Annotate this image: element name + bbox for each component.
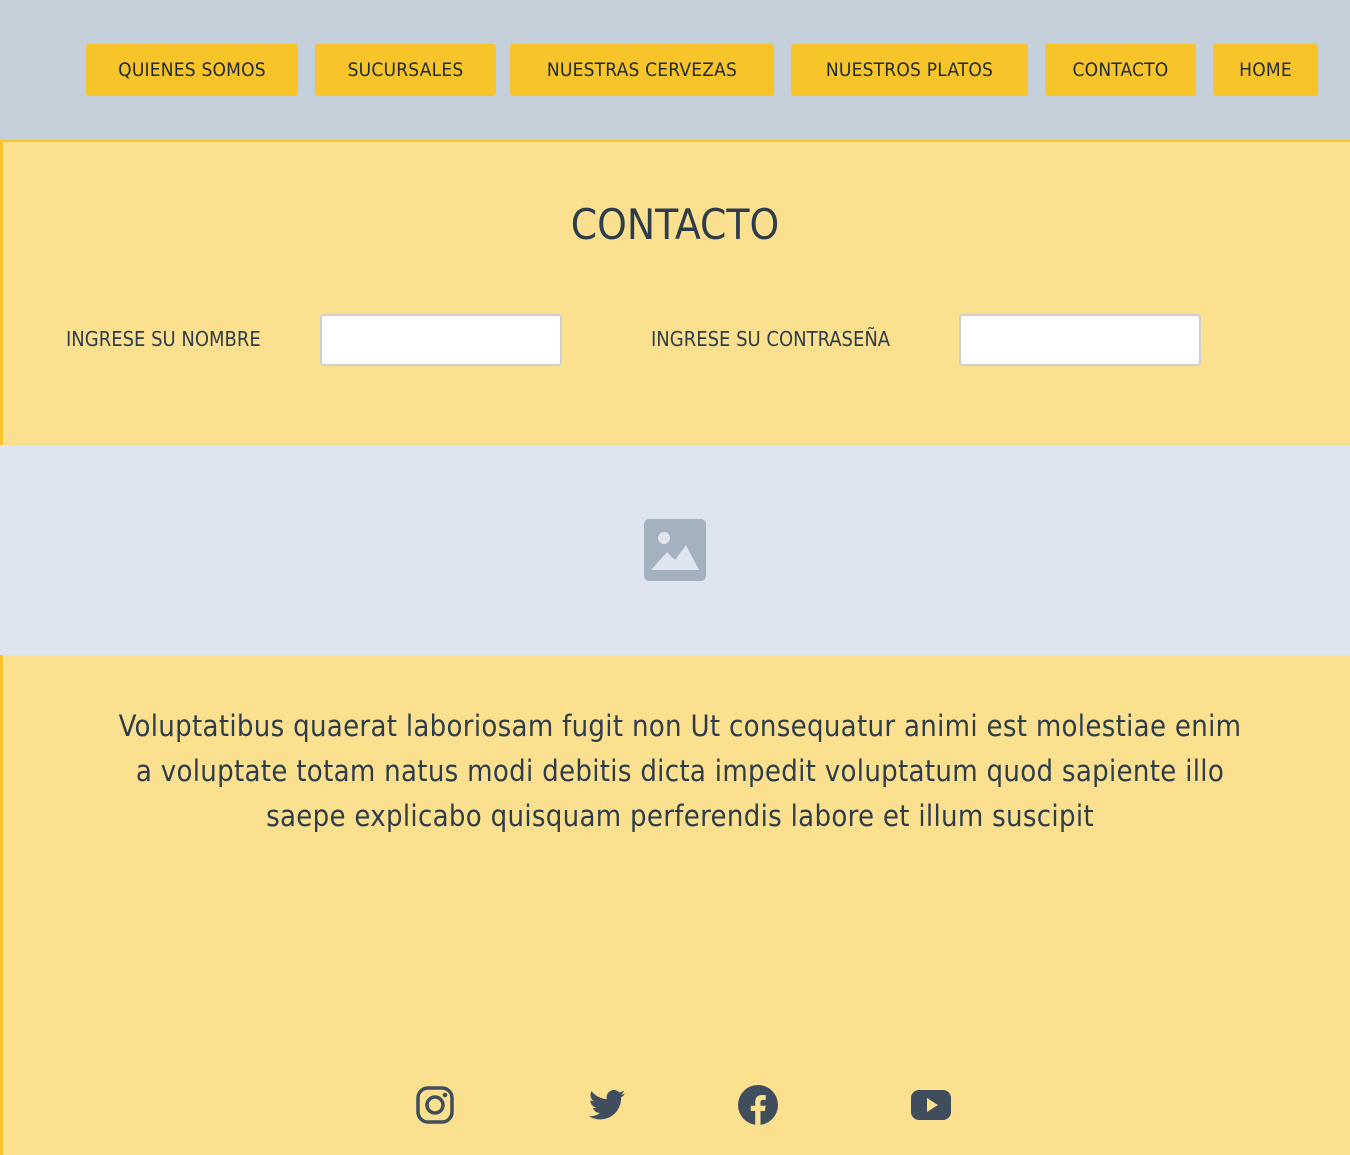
youtube-icon[interactable]	[910, 1084, 952, 1126]
body-paragraph: Voluptatibus quaerat laboriosam fugit no…	[118, 709, 1242, 833]
nav-button-quienes-somos[interactable]: QUIENES SOMOS	[86, 44, 298, 96]
name-input[interactable]	[320, 314, 562, 366]
facebook-icon[interactable]	[737, 1084, 779, 1126]
image-placeholder-icon	[644, 519, 706, 581]
instagram-icon[interactable]	[414, 1084, 456, 1126]
nav-button-contacto[interactable]: CONTACTO	[1045, 44, 1196, 96]
password-input[interactable]	[959, 314, 1201, 366]
nav-button-nuestros-platos[interactable]: NUESTROS PLATOS	[791, 44, 1028, 96]
contact-title: CONTACTO	[570, 200, 780, 249]
twitter-icon[interactable]	[586, 1084, 628, 1126]
nav-button-sucursales[interactable]: SUCURSALES	[315, 44, 496, 96]
nav-button-home[interactable]: HOME	[1213, 44, 1318, 96]
password-label: INGRESE SU CONTRASEÑA	[651, 327, 891, 351]
contact-section	[0, 140, 1350, 445]
nav-button-nuestras-cervezas[interactable]: NUESTRAS CERVEZAS	[510, 44, 774, 96]
name-label: INGRESE SU NOMBRE	[66, 327, 261, 351]
